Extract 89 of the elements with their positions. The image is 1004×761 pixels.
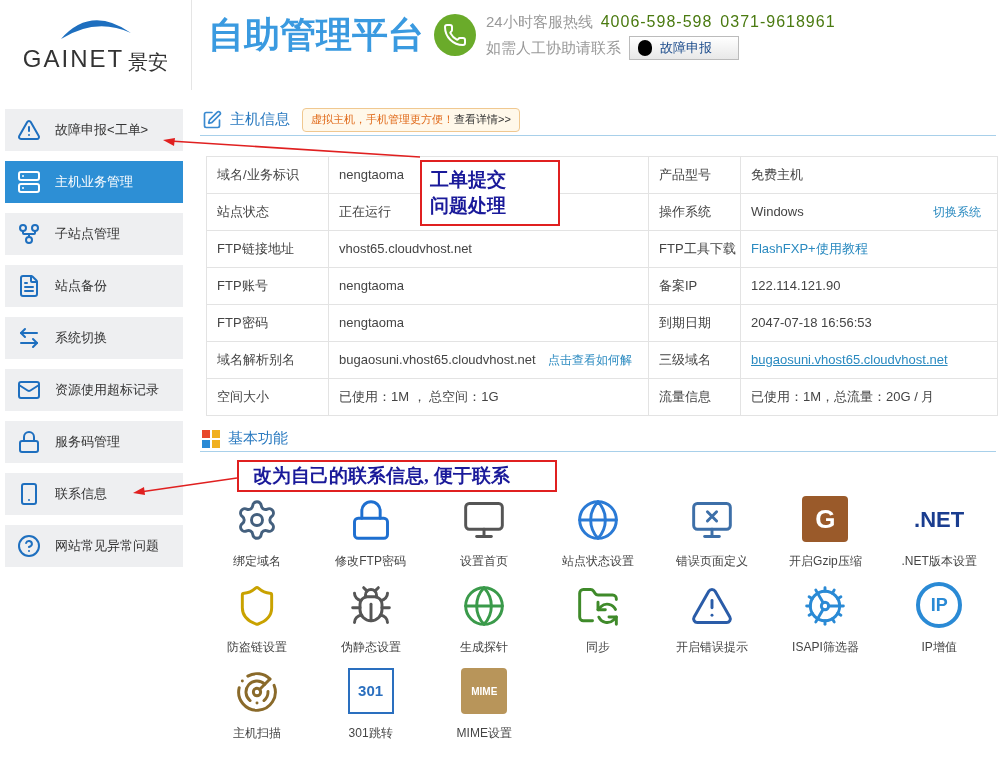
sidebar-item[interactable]: 系统切换 [5,317,183,359]
value-text: 122.114.121.90 [751,277,841,296]
sidebar-item[interactable]: 主机业务管理 [5,161,183,203]
sidebar-item[interactable]: 服务码管理 [5,421,183,463]
value-text: nengtaoma [339,166,405,185]
value-text: 免费主机 [751,166,803,185]
tiles-icon [202,429,220,448]
arrows-icon [17,326,41,350]
function-item[interactable]: 同步 [541,582,655,656]
promo-text: 虚拟主机，手机管理更方便！ [311,112,454,128]
value-text: 已使用：1M，总流量：20G / 月 [751,388,935,407]
function-item[interactable]: 生成探针 [427,582,542,656]
help-icon [17,534,41,558]
value-text: nengtaoma [339,314,405,333]
field-label: FTP工具下载 [659,241,736,257]
value-text: 正在运行 [339,203,391,222]
field-label: 到期日期 [659,315,711,331]
field-label: 操作系统 [659,204,711,220]
logo-icon: 301 [347,668,394,714]
sidebar-item[interactable]: 网站常见异常问题 [5,525,183,567]
value-text: bugaosuni.vhost65.cloudvhost.net [339,351,536,370]
field-label: 备案IP [659,278,698,294]
value-text: nengtaoma [339,277,405,296]
radar-icon [234,670,279,714]
value-text: vhost65.cloudvhost.net [339,240,472,259]
brand-logo: GAINET [22,44,125,74]
function-item[interactable]: 绑定域名 [200,496,314,570]
function-item[interactable]: 错误页面定义 [654,496,769,570]
function-item[interactable]: ISAPI筛选器 [768,582,883,656]
function-item[interactable]: 主机扫描 [200,668,314,742]
document-icon [17,274,41,298]
field-label: FTP账号 [217,278,268,294]
promo-link[interactable]: 查看详情>> [454,111,511,128]
function-item[interactable]: G 开启Gzip压缩 [768,496,883,570]
field-label: 站点状态 [217,204,269,220]
globe-icon [462,584,507,628]
logo-icon: G [802,496,849,542]
field-label: FTP链接地址 [217,241,294,257]
action-link[interactable]: 切换系统 [933,203,981,221]
sidebar-item[interactable]: 联系信息 [5,473,183,515]
phone-number: 4006-598-598 [600,12,713,32]
phone-icon [434,14,476,56]
edit-icon [202,109,222,130]
logo-icon: .NET [916,496,963,542]
phone-number: 0371-9618961 [720,12,836,32]
sidebar-item[interactable]: 资源使用超标记录 [5,369,183,411]
value-text: 2047-07-18 16:56:53 [751,314,872,333]
function-item[interactable]: IP IP增值 [882,582,996,656]
function-item[interactable]: 修改FTP密码 [313,496,428,570]
server-icon [17,170,41,194]
help-text: 如需人工协助请联系 [486,37,621,58]
value-text: 已使用：1M ， 总空间：1G [339,388,499,407]
field-label: FTP密码 [217,315,268,331]
logo-icon: IP [916,582,963,628]
annotation-text: 工单提交 [430,168,507,192]
field-label: 流量信息 [659,389,711,405]
field-label: 域名解析别名 [217,352,295,368]
function-item[interactable]: 开启错误提示 [654,582,769,656]
branch-icon [17,222,41,246]
hotline-label: 24小时客服热线 [486,11,593,32]
function-item[interactable]: 301 301跳转 [313,668,428,742]
warning-icon [17,118,41,142]
annotation-text: 改为自己的联系信息, 便于联系 [253,463,510,488]
function-item[interactable]: 防盗链设置 [200,582,314,656]
sidebar-item[interactable]: 站点备份 [5,265,183,307]
field-label: 空间大小 [217,389,269,405]
function-item[interactable]: MIME MIME设置 [427,668,542,742]
globe-icon [576,498,620,542]
function-item[interactable]: 设置首页 [427,496,542,570]
section-title: 基本功能 [228,428,288,449]
lock-icon [17,430,41,454]
report-button[interactable]: 故障申报 [629,36,739,60]
value-text: Windows [751,203,804,222]
brand-name: 景安 [128,50,169,75]
logo-icon: MIME [461,668,508,714]
function-item[interactable]: .NET .NET版本设置 [882,496,996,570]
field-label: 三级域名 [659,352,711,368]
action-link[interactable]: 点击查看如何解 [548,351,632,369]
field-label: 产品型号 [659,167,711,183]
platform-title: 自助管理平台 [208,13,424,57]
function-item[interactable]: 站点状态设置 [541,496,655,570]
section-title: 主机信息 [230,109,290,130]
sidebar-item[interactable]: 子站点管理 [5,213,183,255]
sidebar-item[interactable]: 故障申报<工单> [5,109,183,151]
function-item[interactable]: 伪静态设置 [313,582,428,656]
annotation-text: 问题处理 [430,194,507,218]
gear-icon [803,584,848,628]
envelope-icon [17,378,41,402]
field-label: 域名/业务标识 [217,167,299,183]
